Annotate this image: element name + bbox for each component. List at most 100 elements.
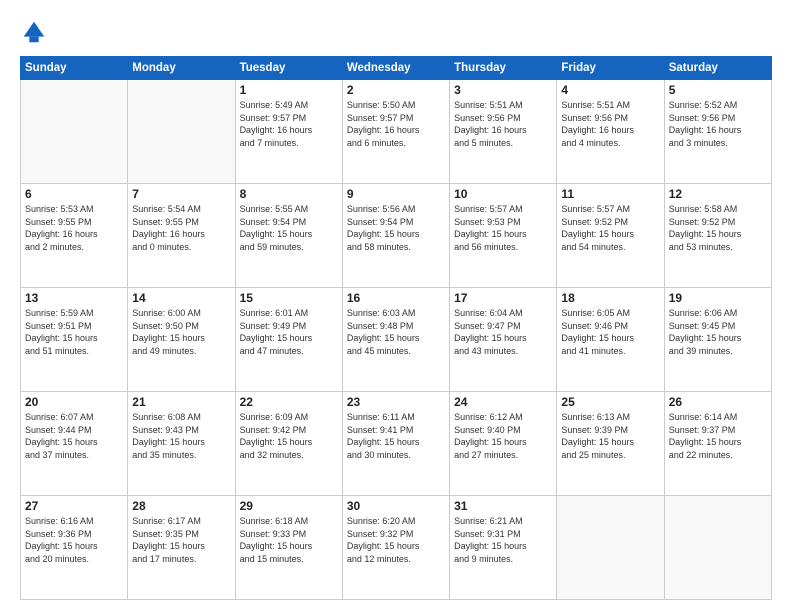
calendar-cell: 5 Sunrise: 5:52 AM Sunset: 9:56 PM Daylig…: [664, 80, 771, 184]
calendar-cell: 19 Sunrise: 6:06 AM Sunset: 9:45 PM Dayli…: [664, 288, 771, 392]
calendar-cell: 27 Sunrise: 6:16 AM Sunset: 9:36 PM Dayli…: [21, 496, 128, 600]
calendar-cell: [21, 80, 128, 184]
weekday-header-tuesday: Tuesday: [235, 57, 342, 80]
day-info: Sunrise: 6:04 AM Sunset: 9:47 PM Dayligh…: [454, 307, 552, 357]
day-info: Sunrise: 6:21 AM Sunset: 9:31 PM Dayligh…: [454, 515, 552, 565]
day-info: Sunrise: 6:13 AM Sunset: 9:39 PM Dayligh…: [561, 411, 659, 461]
day-info: Sunrise: 5:52 AM Sunset: 9:56 PM Dayligh…: [669, 99, 767, 149]
day-number: 22: [240, 395, 338, 409]
day-number: 24: [454, 395, 552, 409]
day-number: 6: [25, 187, 123, 201]
day-number: 7: [132, 187, 230, 201]
day-number: 11: [561, 187, 659, 201]
weekday-header-saturday: Saturday: [664, 57, 771, 80]
calendar-cell: 22 Sunrise: 6:09 AM Sunset: 9:42 PM Dayli…: [235, 392, 342, 496]
logo-icon: [20, 18, 48, 46]
calendar-cell: 30 Sunrise: 6:20 AM Sunset: 9:32 PM Dayli…: [342, 496, 449, 600]
weekday-header-row: SundayMondayTuesdayWednesdayThursdayFrid…: [21, 57, 772, 80]
day-info: Sunrise: 6:00 AM Sunset: 9:50 PM Dayligh…: [132, 307, 230, 357]
calendar-cell: 26Sunrise: 6:14 AM Sunset: 9:37 PM Dayli…: [664, 392, 771, 496]
calendar-cell: 13Sunrise: 5:59 AM Sunset: 9:51 PM Dayli…: [21, 288, 128, 392]
day-info: Sunrise: 5:50 AM Sunset: 9:57 PM Dayligh…: [347, 99, 445, 149]
calendar-cell: 3 Sunrise: 5:51 AM Sunset: 9:56 PM Daylig…: [450, 80, 557, 184]
week-row-4: 20 Sunrise: 6:07 AM Sunset: 9:44 PM Dayli…: [21, 392, 772, 496]
day-info: Sunrise: 6:07 AM Sunset: 9:44 PM Dayligh…: [25, 411, 123, 461]
calendar-cell: 31 Sunrise: 6:21 AM Sunset: 9:31 PM Dayli…: [450, 496, 557, 600]
day-number: 1: [240, 83, 338, 97]
day-number: 17: [454, 291, 552, 305]
calendar-cell: 20 Sunrise: 6:07 AM Sunset: 9:44 PM Dayli…: [21, 392, 128, 496]
day-info: Sunrise: 6:06 AM Sunset: 9:45 PM Dayligh…: [669, 307, 767, 357]
day-info: Sunrise: 6:09 AM Sunset: 9:42 PM Dayligh…: [240, 411, 338, 461]
day-info: Sunrise: 5:54 AM Sunset: 9:55 PM Dayligh…: [132, 203, 230, 253]
calendar-cell: 21 Sunrise: 6:08 AM Sunset: 9:43 PM Dayli…: [128, 392, 235, 496]
day-info: Sunrise: 6:17 AM Sunset: 9:35 PM Dayligh…: [132, 515, 230, 565]
day-number: 25: [561, 395, 659, 409]
calendar-cell: 12 Sunrise: 5:58 AM Sunset: 9:52 PM Dayli…: [664, 184, 771, 288]
calendar-cell: 14 Sunrise: 6:00 AM Sunset: 9:50 PM Dayli…: [128, 288, 235, 392]
day-number: 28: [132, 499, 230, 513]
calendar-cell: 29Sunrise: 6:18 AM Sunset: 9:33 PM Dayli…: [235, 496, 342, 600]
calendar-cell: [557, 496, 664, 600]
calendar-cell: 24 Sunrise: 6:12 AM Sunset: 9:40 PM Dayli…: [450, 392, 557, 496]
day-number: 2: [347, 83, 445, 97]
page: SundayMondayTuesdayWednesdayThursdayFrid…: [0, 0, 792, 612]
calendar-cell: 10 Sunrise: 5:57 AM Sunset: 9:53 PM Dayli…: [450, 184, 557, 288]
calendar-cell: 16 Sunrise: 6:03 AM Sunset: 9:48 PM Dayli…: [342, 288, 449, 392]
day-info: Sunrise: 6:01 AM Sunset: 9:49 PM Dayligh…: [240, 307, 338, 357]
day-info: Sunrise: 5:57 AM Sunset: 9:53 PM Dayligh…: [454, 203, 552, 253]
day-number: 19: [669, 291, 767, 305]
calendar-cell: 1Sunrise: 5:49 AM Sunset: 9:57 PM Daylig…: [235, 80, 342, 184]
logo: [20, 18, 52, 46]
calendar-cell: [664, 496, 771, 600]
day-number: 8: [240, 187, 338, 201]
day-number: 27: [25, 499, 123, 513]
weekday-header-sunday: Sunday: [21, 57, 128, 80]
calendar-cell: 23 Sunrise: 6:11 AM Sunset: 9:41 PM Dayli…: [342, 392, 449, 496]
day-info: Sunrise: 5:55 AM Sunset: 9:54 PM Dayligh…: [240, 203, 338, 253]
day-info: Sunrise: 6:16 AM Sunset: 9:36 PM Dayligh…: [25, 515, 123, 565]
day-info: Sunrise: 6:20 AM Sunset: 9:32 PM Dayligh…: [347, 515, 445, 565]
week-row-2: 6Sunrise: 5:53 AM Sunset: 9:55 PM Daylig…: [21, 184, 772, 288]
day-number: 18: [561, 291, 659, 305]
day-number: 30: [347, 499, 445, 513]
day-number: 5: [669, 83, 767, 97]
calendar-cell: 7 Sunrise: 5:54 AM Sunset: 9:55 PM Daylig…: [128, 184, 235, 288]
day-number: 4: [561, 83, 659, 97]
day-number: 31: [454, 499, 552, 513]
day-info: Sunrise: 6:14 AM Sunset: 9:37 PM Dayligh…: [669, 411, 767, 461]
week-row-5: 27 Sunrise: 6:16 AM Sunset: 9:36 PM Dayli…: [21, 496, 772, 600]
calendar-cell: 18Sunrise: 6:05 AM Sunset: 9:46 PM Dayli…: [557, 288, 664, 392]
weekday-header-thursday: Thursday: [450, 57, 557, 80]
weekday-header-wednesday: Wednesday: [342, 57, 449, 80]
day-number: 3: [454, 83, 552, 97]
calendar-cell: 9Sunrise: 5:56 AM Sunset: 9:54 PM Daylig…: [342, 184, 449, 288]
calendar-cell: 25 Sunrise: 6:13 AM Sunset: 9:39 PM Dayli…: [557, 392, 664, 496]
day-info: Sunrise: 6:03 AM Sunset: 9:48 PM Dayligh…: [347, 307, 445, 357]
day-number: 15: [240, 291, 338, 305]
day-number: 14: [132, 291, 230, 305]
calendar-cell: 28 Sunrise: 6:17 AM Sunset: 9:35 PM Dayli…: [128, 496, 235, 600]
calendar-cell: 6Sunrise: 5:53 AM Sunset: 9:55 PM Daylig…: [21, 184, 128, 288]
calendar-cell: 4 Sunrise: 5:51 AM Sunset: 9:56 PM Daylig…: [557, 80, 664, 184]
calendar-cell: [128, 80, 235, 184]
day-info: Sunrise: 5:57 AM Sunset: 9:52 PM Dayligh…: [561, 203, 659, 253]
day-number: 13: [25, 291, 123, 305]
day-number: 21: [132, 395, 230, 409]
day-info: Sunrise: 6:11 AM Sunset: 9:41 PM Dayligh…: [347, 411, 445, 461]
calendar-table: SundayMondayTuesdayWednesdayThursdayFrid…: [20, 56, 772, 600]
day-info: Sunrise: 5:51 AM Sunset: 9:56 PM Dayligh…: [454, 99, 552, 149]
day-number: 12: [669, 187, 767, 201]
weekday-header-monday: Monday: [128, 57, 235, 80]
calendar-cell: 17 Sunrise: 6:04 AM Sunset: 9:47 PM Dayli…: [450, 288, 557, 392]
day-info: Sunrise: 6:08 AM Sunset: 9:43 PM Dayligh…: [132, 411, 230, 461]
day-info: Sunrise: 5:58 AM Sunset: 9:52 PM Dayligh…: [669, 203, 767, 253]
day-number: 20: [25, 395, 123, 409]
day-info: Sunrise: 6:12 AM Sunset: 9:40 PM Dayligh…: [454, 411, 552, 461]
calendar-cell: 2 Sunrise: 5:50 AM Sunset: 9:57 PM Daylig…: [342, 80, 449, 184]
day-info: Sunrise: 5:51 AM Sunset: 9:56 PM Dayligh…: [561, 99, 659, 149]
day-number: 16: [347, 291, 445, 305]
day-number: 23: [347, 395, 445, 409]
week-row-1: 1Sunrise: 5:49 AM Sunset: 9:57 PM Daylig…: [21, 80, 772, 184]
day-number: 10: [454, 187, 552, 201]
